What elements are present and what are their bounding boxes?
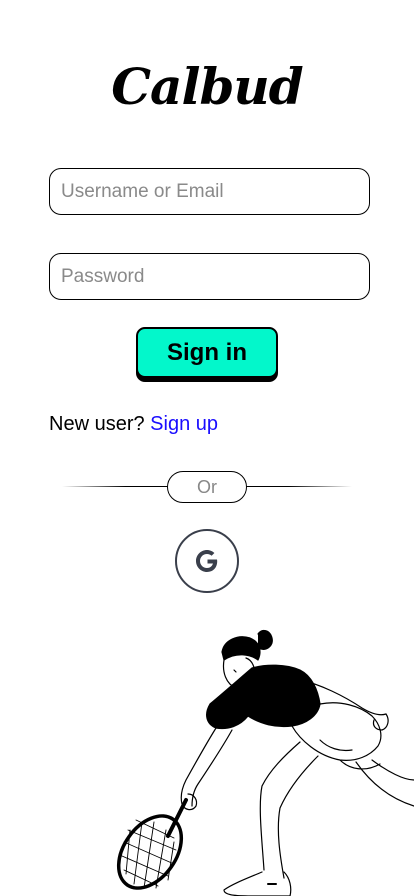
- password-input[interactable]: [49, 253, 370, 300]
- app-logo: Calbud: [111, 57, 303, 116]
- or-divider-label: Or: [167, 471, 247, 503]
- new-user-row: New user? Sign up: [49, 411, 218, 437]
- username-input[interactable]: [49, 168, 370, 215]
- new-user-prompt: New user?: [49, 413, 145, 435]
- tennis-player-illustration: [116, 629, 414, 896]
- signin-button[interactable]: Sign in: [136, 327, 278, 378]
- divider-right-line: [246, 486, 352, 487]
- signin-button-wrapper: Sign in: [136, 327, 278, 382]
- google-g-icon: [196, 550, 218, 572]
- divider-left-line: [62, 486, 168, 487]
- signup-link[interactable]: Sign up: [150, 413, 218, 435]
- google-signin-button[interactable]: [175, 529, 239, 593]
